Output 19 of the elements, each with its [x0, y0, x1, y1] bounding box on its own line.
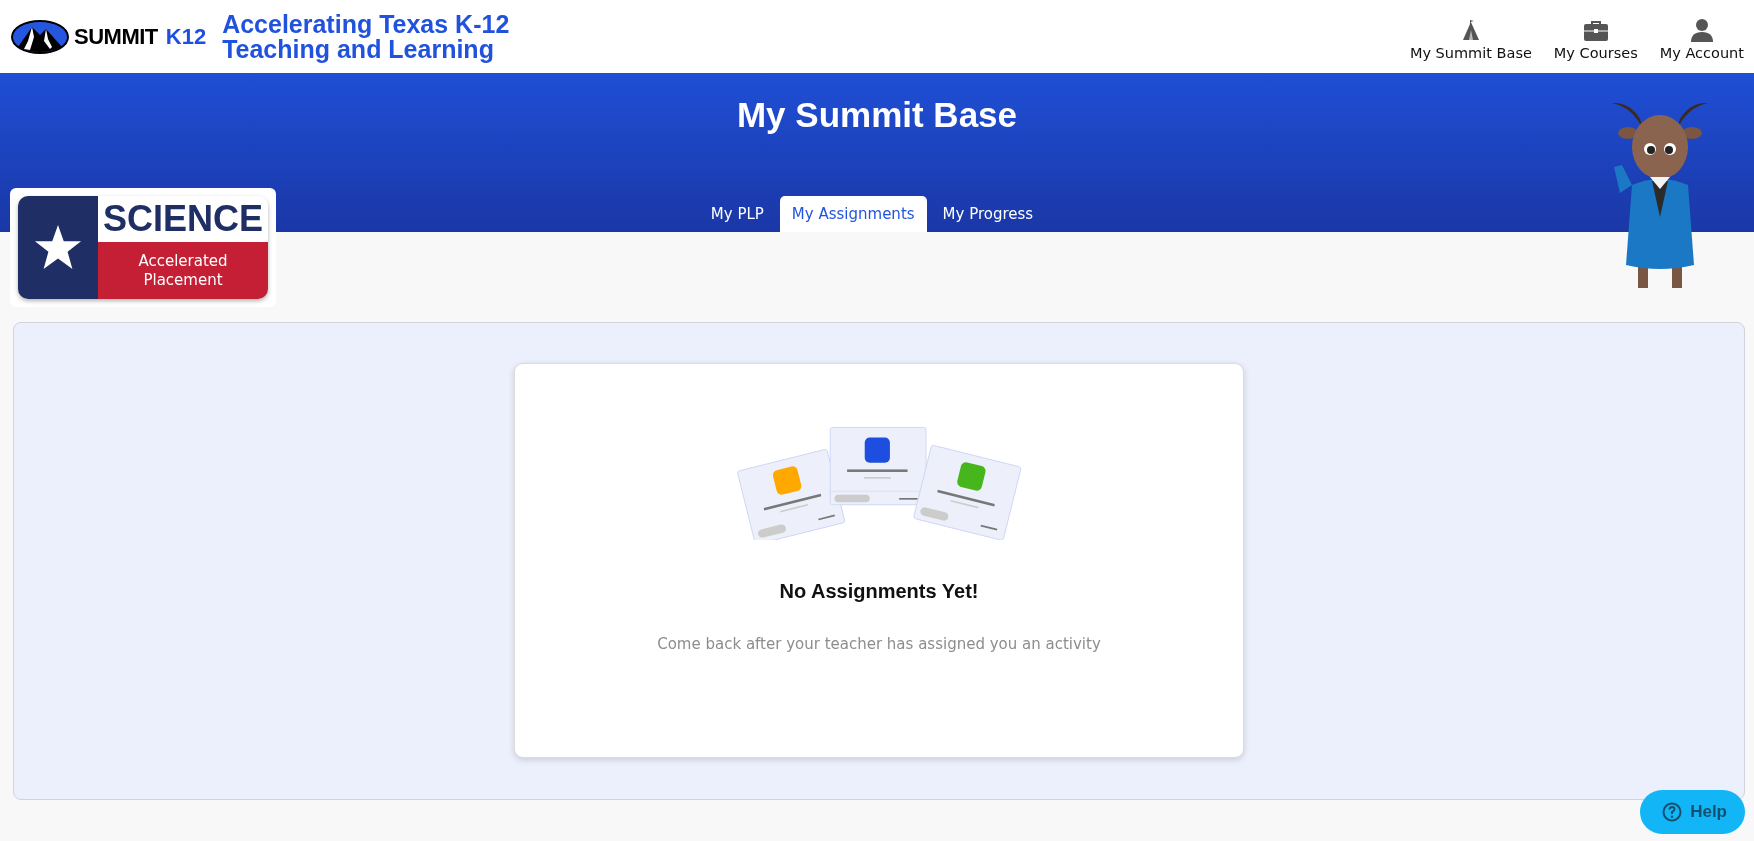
- person-icon: [1689, 18, 1714, 42]
- tab[interactable]: My PLP: [698, 196, 776, 232]
- nav-link[interactable]: My Summit Base: [1407, 18, 1534, 61]
- empty-state-message: Come back after your teacher has assigned you an activity: [657, 635, 1101, 653]
- nav-link[interactable]: My Account: [1657, 18, 1746, 61]
- tab[interactable]: My Assignments: [779, 196, 927, 232]
- mountain-logo-icon: [10, 18, 70, 55]
- tagline: Accelerating Texas K-12 Teaching and Learning: [222, 11, 510, 62]
- brand-name-suffix: K12: [165, 23, 207, 50]
- empty-state-title: No Assignments Yet!: [779, 580, 979, 603]
- page-title: My Summit Base: [736, 95, 1018, 135]
- badge-caption: Accelerated Placement: [137, 251, 229, 290]
- badge-subject: SCIENCE: [98, 196, 268, 242]
- brand-name: SUMMIT: [74, 23, 158, 50]
- briefcase-icon: [1582, 20, 1609, 42]
- help-button[interactable]: Help: [1640, 790, 1745, 834]
- tab[interactable]: My Progress: [930, 196, 1046, 232]
- help-icon: [1662, 802, 1683, 822]
- nav-link[interactable]: My Courses: [1551, 20, 1640, 61]
